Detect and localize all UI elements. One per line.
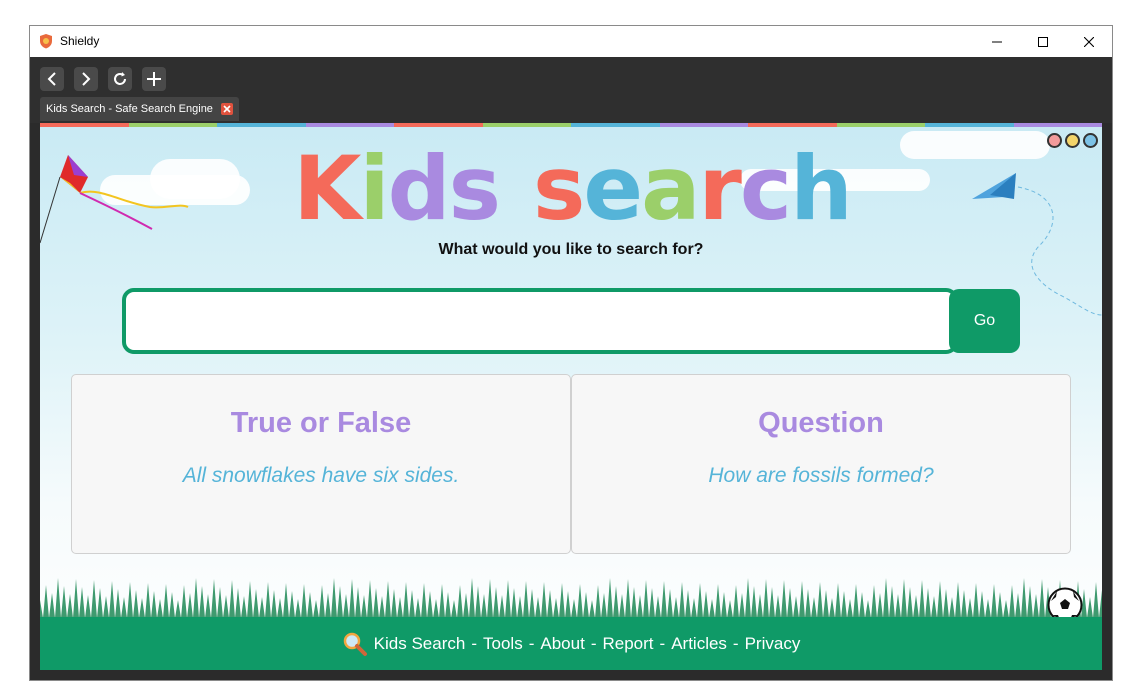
close-button[interactable] — [1066, 26, 1112, 57]
footer-separator: - — [590, 633, 597, 653]
close-icon — [223, 105, 231, 113]
card-body: All snowflakes have six sides. — [182, 464, 460, 487]
footer-link-report[interactable]: Report — [602, 634, 653, 654]
minimize-icon — [992, 41, 1002, 42]
shield-app-icon — [40, 34, 52, 49]
chevron-right-icon — [82, 72, 91, 86]
grass-decoration — [40, 578, 1102, 618]
stripe-segment — [482, 123, 571, 127]
stripe-segment — [836, 123, 925, 127]
new-tab-button[interactable] — [142, 67, 166, 91]
stripe-segment — [217, 123, 306, 127]
logo-letter: a — [641, 137, 700, 240]
go-button[interactable]: Go — [949, 289, 1020, 353]
stripe-segment — [659, 123, 748, 127]
logo-letter: e — [583, 137, 643, 240]
logo-letter: s — [533, 137, 585, 240]
chevron-left-icon — [47, 72, 56, 86]
logo-word-search: search — [533, 137, 853, 240]
stripe-segment — [40, 123, 129, 127]
color-stripe — [40, 123, 1102, 127]
browser-window: Shieldy Kids Search - Safe Search Engine — [30, 26, 1112, 680]
tab-label: Kids Search - Safe Search Engine — [46, 103, 213, 115]
reload-button[interactable] — [108, 67, 132, 91]
footer-separator: - — [471, 633, 478, 653]
back-button[interactable] — [40, 67, 64, 91]
true-or-false-card[interactable]: True or False All snowflakes have six si… — [71, 374, 571, 554]
footer-separator: - — [659, 633, 666, 653]
tab-close-button[interactable] — [220, 103, 233, 115]
theme-dot[interactable] — [1065, 133, 1080, 148]
logo-letter: h — [790, 137, 853, 240]
page-content: Kids search What would you like to searc… — [40, 123, 1102, 670]
stripe-segment — [748, 123, 837, 127]
stripe-segment — [128, 123, 217, 127]
plus-icon — [147, 72, 161, 86]
logo-letter: d — [387, 137, 451, 240]
stripe-segment — [394, 123, 483, 127]
card-body: How are fossils formed? — [708, 464, 934, 487]
stripe-segment — [305, 123, 394, 127]
minimize-button[interactable] — [974, 26, 1020, 57]
logo-letter: K — [293, 137, 361, 240]
theme-dot[interactable] — [1083, 133, 1098, 148]
logo-letter: r — [698, 137, 742, 240]
footer-link-privacy[interactable]: Privacy — [745, 634, 801, 654]
grass-blades — [40, 578, 1102, 618]
card-title: True or False — [230, 407, 412, 439]
theme-dot[interactable] — [1047, 133, 1062, 148]
stripe-segment — [1013, 123, 1102, 127]
kids-search-logo: Kids search — [293, 137, 852, 240]
forward-button[interactable] — [74, 67, 98, 91]
footer-link-kids-search[interactable]: Kids Search — [374, 634, 466, 654]
footer-link-about[interactable]: About — [540, 634, 584, 654]
theme-dots — [1047, 133, 1098, 148]
title-bar: Shieldy — [30, 26, 1112, 58]
tab-kids-search[interactable]: Kids Search - Safe Search Engine — [40, 97, 239, 121]
maximize-icon — [1038, 36, 1048, 47]
logo-letter: c — [739, 137, 792, 240]
footer-link-tools[interactable]: Tools — [483, 634, 523, 654]
browser-toolbar: Kids Search - Safe Search Engine — [30, 57, 1112, 123]
logo-letter: s — [448, 137, 501, 240]
stripe-segment — [925, 123, 1014, 127]
magnifier-icon — [343, 632, 367, 656]
footer-separator: - — [732, 633, 739, 653]
logo-word-kids: Kids — [293, 137, 501, 240]
card-title: Question — [758, 407, 884, 439]
window-title: Shieldy — [60, 34, 100, 48]
search-input[interactable] — [122, 288, 958, 354]
logo-letter: i — [359, 137, 389, 240]
reload-icon — [114, 72, 126, 85]
footer-separator: - — [528, 633, 535, 653]
question-card[interactable]: Question How are fossils formed? — [571, 374, 1071, 554]
maximize-button[interactable] — [1020, 26, 1066, 57]
close-icon — [1084, 36, 1094, 47]
cloud — [900, 131, 1050, 159]
footer-link-articles[interactable]: Articles — [671, 634, 727, 654]
stripe-segment — [571, 123, 660, 127]
footer-nav: Kids Search - Tools - About - Report - Articles -… — [40, 617, 1102, 670]
search-prompt: What would you like to search for? — [438, 241, 704, 258]
